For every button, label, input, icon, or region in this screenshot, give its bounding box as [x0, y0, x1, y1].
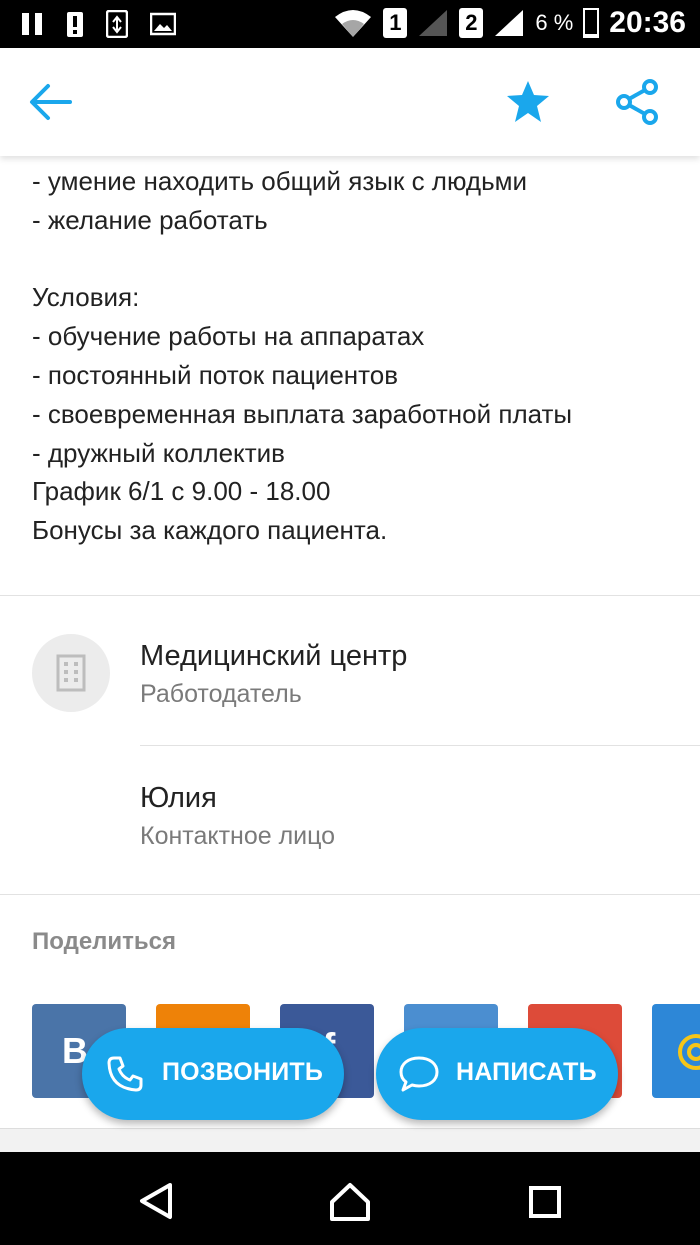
sim1-badge: 1 — [383, 8, 408, 38]
contact-name[interactable]: Юлия — [140, 782, 217, 815]
star-icon[interactable] — [504, 78, 552, 126]
description-line: График 6/1 с 9.00 - 18.00 — [32, 476, 331, 507]
vacancy-description: - умение находить общий язык с людьми - … — [32, 162, 672, 550]
divider — [140, 745, 700, 746]
divider — [0, 595, 700, 596]
navigation-bar — [0, 1152, 700, 1245]
description-line: - желание работать — [32, 204, 268, 235]
share-email-button[interactable] — [652, 1004, 700, 1098]
pause-icon — [22, 13, 42, 35]
description-line: - постоянный поток пациентов — [32, 359, 399, 390]
call-label: ПОЗВОНИТЬ — [162, 1058, 324, 1086]
employer-role: Работодатель — [140, 680, 302, 708]
at-sign-icon — [678, 1034, 700, 1070]
employer-name[interactable]: Медицинский центр — [140, 640, 407, 673]
bottom-strip — [0, 1128, 700, 1152]
message-label: НАПИСАТЬ — [456, 1058, 597, 1086]
description-line: Бонусы за каждого пациента. — [32, 515, 388, 546]
contact-role: Контактное лицо — [140, 822, 336, 850]
nav-home-icon[interactable] — [329, 1182, 371, 1222]
phone-icon — [107, 1056, 143, 1092]
image-icon — [150, 12, 176, 36]
call-button[interactable]: ПОЗВОНИТЬ — [82, 1028, 344, 1120]
nav-back-icon[interactable] — [138, 1182, 174, 1220]
battery-percent: 6 % — [535, 10, 574, 35]
share-heading: Поделиться — [32, 928, 177, 955]
divider — [0, 894, 700, 895]
app-bar — [0, 48, 700, 156]
alert-icon — [67, 12, 83, 37]
description-line: Условия: — [32, 282, 140, 313]
description-line: - дружный коллектив — [32, 437, 285, 468]
wifi-icon — [335, 10, 372, 37]
sim2-badge: 2 — [459, 8, 484, 38]
message-button[interactable]: НАПИСАТЬ — [376, 1028, 618, 1120]
chat-bubble-icon — [399, 1056, 439, 1092]
employer-avatar — [32, 634, 110, 712]
signal-icon — [419, 10, 448, 36]
battery-icon — [583, 8, 600, 38]
description-line: - умение находить общий язык с людьми — [32, 166, 528, 196]
description-line: - обучение работы на аппаратах — [32, 321, 425, 352]
description-line: - своевременная выплата заработной платы — [32, 398, 573, 429]
description-line — [32, 240, 672, 279]
status-bar: 1 2 6 % 20:36 — [0, 0, 700, 48]
clock: 20:36 — [609, 6, 686, 39]
transfer-icon — [106, 10, 128, 38]
arrow-left-icon[interactable] — [28, 82, 72, 122]
nav-recents-icon[interactable] — [528, 1185, 562, 1219]
building-icon — [56, 654, 86, 692]
signal-icon — [495, 10, 524, 36]
share-icon[interactable] — [614, 78, 660, 126]
